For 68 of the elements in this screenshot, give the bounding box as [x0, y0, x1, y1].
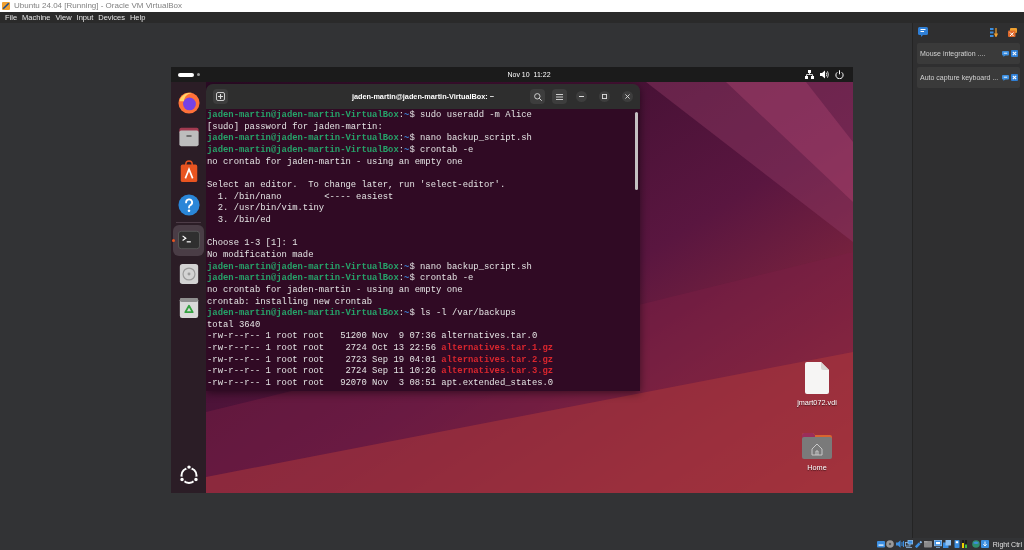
output-line: 3. /bin/ed	[216, 214, 271, 227]
folder-icon[interactable]	[177, 126, 200, 148]
menu-button[interactable]	[552, 89, 567, 104]
power-icon[interactable]	[835, 70, 844, 79]
volume-icon[interactable]	[820, 70, 829, 79]
file-listing-line: -rw-r--r-- 1 root root 51200 Nov 9 07:36 alternatives.tar.0	[207, 331, 538, 343]
scrollbar[interactable]	[635, 112, 638, 190]
menu-icon	[556, 93, 563, 100]
terminal-icon	[177, 229, 200, 251]
search-icon	[533, 92, 542, 101]
dock-button[interactable]	[173, 224, 204, 256]
file-listing-line: -rw-r--r-- 1 root root 2724 Oct 13 22:56 alternatives.tar.1.gz	[207, 343, 554, 355]
ring-logo-icon[interactable]	[177, 464, 200, 486]
output-line: no crontab for jaden-martin - using an empty one	[207, 284, 463, 297]
message-icon[interactable]	[918, 27, 928, 37]
output-line: 2. /usr/bin/vim.tiny	[216, 203, 325, 215]
search-button[interactable]	[530, 89, 545, 104]
output-line: Choose 1-3 [1]: 1	[207, 238, 298, 250]
sort-icon[interactable]	[990, 27, 998, 37]
stacked-cards-icon[interactable]	[1008, 27, 1017, 37]
audio-icon[interactable]	[895, 540, 904, 548]
prompt-line: jaden-martin@jaden-martin-VirtualBox:~$ crontab -e	[207, 273, 474, 285]
file-listing-line: -rw-r--r-- 1 root root 92070 Nov 3 08:51 apt.extended_states.0	[207, 378, 554, 390]
close-icon[interactable]	[1011, 50, 1018, 57]
usb-stick-icon[interactable]	[914, 540, 923, 548]
close-icon[interactable]	[1011, 74, 1018, 81]
output-line: crontab: installing new crontab	[207, 296, 373, 308]
folder-icon[interactable]	[924, 540, 933, 548]
display-icon[interactable]	[933, 540, 942, 548]
output-line: no crontab for jaden-martin - using an empty one	[207, 156, 463, 169]
maximize-button[interactable]	[599, 91, 610, 102]
app-logo-icon	[2, 2, 10, 10]
close-icon	[625, 94, 630, 99]
globe-icon[interactable]	[971, 540, 980, 548]
new-tab-icon	[216, 92, 225, 101]
file-listing-line: -rw-r--r-- 1 root root 2723 Sep 19 04:01 alternatives.tar.2.gz	[207, 354, 554, 366]
minimize-button[interactable]	[576, 91, 587, 102]
window-title: Ubuntu 24.04 [Running] - Oracle VM VirtualBox	[14, 1, 182, 11]
browser-icon[interactable]	[177, 92, 200, 114]
output-line: [sudo] password for jaden-martin:	[207, 121, 383, 133]
new-tab-button[interactable]	[213, 89, 228, 104]
network-icon[interactable]	[905, 540, 914, 548]
output-line: Select an editor. To change later, run 'select-editor'.	[207, 179, 506, 192]
network-icon[interactable]	[805, 70, 814, 79]
recycle-bin-icon[interactable]	[177, 297, 200, 319]
prompt-line: jaden-martin@jaden-martin-VirtualBox:~$ sudo useradd -m Alice	[207, 110, 532, 122]
workspace-indicator[interactable]	[178, 72, 194, 77]
help-icon[interactable]	[177, 194, 200, 216]
maximize-icon	[602, 94, 607, 99]
overlapping-windows-icon[interactable]	[943, 540, 952, 548]
speech-bubble-icon[interactable]	[1002, 50, 1009, 57]
prompt-line: jaden-martin@jaden-martin-VirtualBox:~$ crontab -e	[207, 144, 474, 157]
prompt-line: jaden-martin@jaden-martin-VirtualBox:~$ nano backup_script.sh	[207, 133, 532, 145]
file-listing-line: -rw-r--r-- 1 root root 2724 Sep 11 10:26 alternatives.tar.3.gz	[207, 366, 554, 378]
prompt-line: jaden-martin@jaden-martin-VirtualBox:~$ ls -l /var/backups	[207, 308, 516, 320]
home-folder-icon[interactable]	[802, 432, 832, 459]
output-line: No modification made	[207, 249, 314, 262]
speech-bubble-icon[interactable]	[1002, 74, 1009, 81]
minimize-icon	[579, 96, 584, 97]
arrow-box-icon[interactable]	[981, 540, 990, 548]
output-line: total 3640	[207, 319, 261, 332]
close-button[interactable]	[622, 91, 633, 102]
optical-disc-icon[interactable]	[886, 540, 895, 548]
document-icon[interactable]	[805, 362, 829, 394]
disc-drive-icon[interactable]	[177, 263, 200, 285]
output-line: 1. /bin/nano <---- easiest	[216, 191, 394, 203]
phone-icon[interactable]	[952, 540, 961, 548]
prompt-line: jaden-martin@jaden-martin-VirtualBox:~$ nano backup_script.sh	[207, 261, 532, 273]
